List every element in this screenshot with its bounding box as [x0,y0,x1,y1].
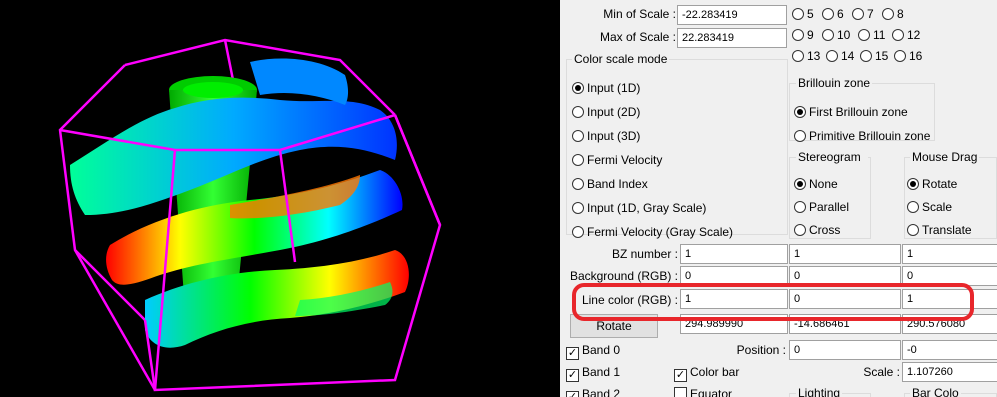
band-radio-11[interactable]: 11 [858,27,885,43]
bz-primitive-radio[interactable]: Primitive Brillouin zone [794,128,930,144]
stereogram-title: Stereogram [796,150,868,164]
band-radio-13[interactable]: 13 [792,48,820,64]
bz-number-y[interactable]: 1 [789,244,901,264]
color-bar-checkbox[interactable]: ✓ Color bar [674,364,739,382]
color-mode-fermi-velocity[interactable]: Fermi Velocity [572,152,662,168]
line-color-highlight [572,283,974,321]
position-x[interactable]: 0 [789,340,901,360]
mouse-drag-rotate-radio[interactable]: Rotate [907,176,957,192]
band-radio-8[interactable]: 8 [882,6,904,22]
control-panel: Min of Scale : -22.283419 Max of Scale :… [560,0,997,397]
brillouin-zone-title: Brillouin zone [796,76,873,90]
max-scale-input[interactable]: 22.283419 [677,28,787,48]
band-1-checkbox[interactable]: ✓ Band 1 [566,364,620,382]
band-2-checkbox[interactable]: ✓ Band 2 [566,386,620,397]
bz-number-z[interactable]: 1 [902,244,997,264]
bz-first-radio[interactable]: First Brillouin zone [794,104,908,120]
stereogram-none-radio[interactable]: None [794,176,838,192]
band-radio-7[interactable]: 7 [852,6,874,22]
position-y[interactable]: -0 [902,340,997,360]
band-radio-14[interactable]: 14 [826,48,854,64]
color-mode-input-3d[interactable]: Input (3D) [572,128,640,144]
color-mode-input-2d[interactable]: Input (2D) [572,104,640,120]
scale-input[interactable]: 1.107260 [902,362,997,382]
max-scale-label: Max of Scale : [599,30,676,44]
color-mode-input-1d[interactable]: Input (1D) [572,80,640,96]
position-label: Position : [736,343,786,357]
fermi-surface-render [58,38,442,392]
color-mode-fermi-velocity-gray[interactable]: Fermi Velocity (Gray Scale) [572,224,733,240]
stereogram-cross-radio[interactable]: Cross [794,222,840,238]
band-radio-10[interactable]: 10 [822,27,850,43]
band-radio-5[interactable]: 5 [792,6,814,22]
bz-number-label: BZ number : [611,247,678,261]
bz-number-x[interactable]: 1 [680,244,788,264]
min-scale-input[interactable]: -22.283419 [677,5,787,25]
band-radio-9[interactable]: 9 [792,27,814,43]
bar-color-title: Bar Colo [910,386,961,397]
background-label: Background (RGB) : [569,269,678,283]
band-0-checkbox[interactable]: ✓ Band 0 [566,342,620,360]
color-mode-input-1d-gray[interactable]: Input (1D, Gray Scale) [572,200,706,216]
min-scale-label: Min of Scale : [603,7,676,21]
color-mode-band-index[interactable]: Band Index [572,176,648,192]
stereogram-parallel-radio[interactable]: Parallel [794,199,849,215]
scale-label: Scale : [863,365,900,379]
mouse-drag-title: Mouse Drag [910,150,980,164]
band-radio-16[interactable]: 16 [894,48,922,64]
mouse-drag-scale-radio[interactable]: Scale [907,199,952,215]
fermi-surface-viewport[interactable] [0,0,560,397]
lighting-title: Lighting [796,386,843,397]
band-radio-6[interactable]: 6 [822,6,844,22]
band-radio-12[interactable]: 12 [892,27,920,43]
equator-checkbox[interactable]: Equator [674,386,732,397]
mouse-drag-translate-radio[interactable]: Translate [907,222,972,238]
band-radio-15[interactable]: 15 [860,48,888,64]
color-scale-mode-title: Color scale mode [572,52,670,66]
